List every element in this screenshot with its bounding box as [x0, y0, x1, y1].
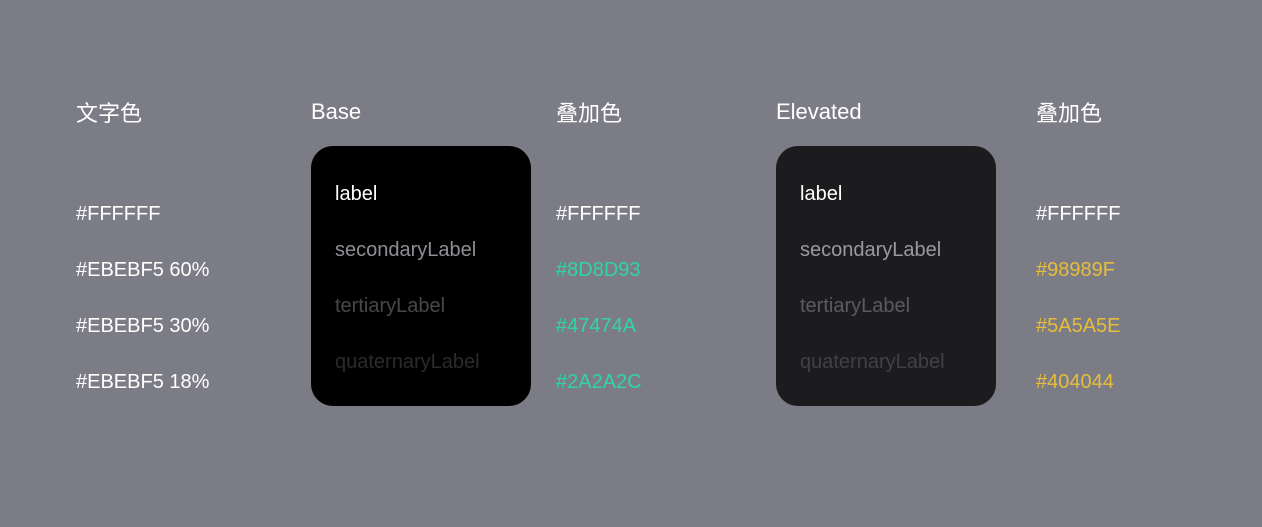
elevated-header: Elevated — [776, 98, 1036, 126]
label-sample: secondaryLabel — [800, 222, 972, 278]
label-sample: secondaryLabel — [335, 222, 507, 278]
overlay-base-header: 叠加色 — [556, 98, 776, 126]
text-color-value: #FFFFFF — [76, 186, 311, 242]
overlay-elevated-value: #FFFFFF — [1036, 186, 1186, 242]
base-column: Base label secondaryLabel tertiaryLabel … — [311, 98, 556, 410]
label-sample: quaternaryLabel — [800, 334, 972, 390]
text-color-value: #EBEBF5 60% — [76, 242, 311, 298]
base-card: label secondaryLabel tertiaryLabel quate… — [311, 146, 531, 406]
overlay-base-value: #2A2A2C — [556, 354, 776, 410]
elevated-card: label secondaryLabel tertiaryLabel quate… — [776, 146, 996, 406]
overlay-base-value: #47474A — [556, 298, 776, 354]
label-sample: tertiaryLabel — [800, 278, 972, 334]
base-header: Base — [311, 98, 556, 126]
overlay-elevated-header: 叠加色 — [1036, 98, 1186, 126]
overlay-elevated-column: 叠加色 #FFFFFF #98989F #5A5A5E #404044 — [1036, 98, 1186, 410]
overlay-elevated-value: #404044 — [1036, 354, 1186, 410]
elevated-column: Elevated label secondaryLabel tertiaryLa… — [776, 98, 1036, 410]
label-sample: label — [800, 166, 972, 222]
label-sample: label — [335, 166, 507, 222]
text-color-header: 文字色 — [76, 98, 311, 126]
overlay-elevated-value: #98989F — [1036, 242, 1186, 298]
label-sample: quaternaryLabel — [335, 334, 507, 390]
label-sample: tertiaryLabel — [335, 278, 507, 334]
text-color-column: 文字色 #FFFFFF #EBEBF5 60% #EBEBF5 30% #EBE… — [76, 98, 311, 410]
overlay-base-value: #FFFFFF — [556, 186, 776, 242]
text-color-value: #EBEBF5 18% — [76, 354, 311, 410]
overlay-elevated-value: #5A5A5E — [1036, 298, 1186, 354]
color-spec-grid: 文字色 #FFFFFF #EBEBF5 60% #EBEBF5 30% #EBE… — [76, 98, 1186, 410]
text-color-value: #EBEBF5 30% — [76, 298, 311, 354]
overlay-base-value: #8D8D93 — [556, 242, 776, 298]
overlay-base-column: 叠加色 #FFFFFF #8D8D93 #47474A #2A2A2C — [556, 98, 776, 410]
